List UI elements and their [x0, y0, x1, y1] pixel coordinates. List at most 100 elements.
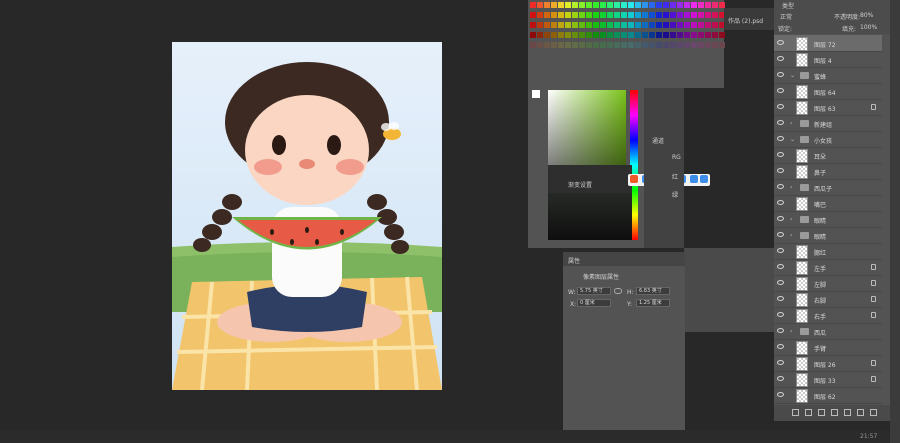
layer-row[interactable]: 耳朵	[774, 147, 882, 164]
color-swatch[interactable]	[628, 2, 634, 8]
color-swatch[interactable]	[579, 22, 585, 28]
color-swatch[interactable]	[670, 22, 676, 28]
layer-group-row[interactable]: › 新建组	[774, 115, 882, 132]
color-swatch[interactable]	[663, 2, 669, 8]
color-swatch[interactable]	[565, 2, 571, 8]
visibility-eye-icon[interactable]	[777, 392, 784, 397]
layer-row[interactable]: 图层 4	[774, 51, 882, 68]
color-swatch[interactable]	[677, 22, 683, 28]
layer-row[interactable]: 图层 33	[774, 371, 882, 388]
color-swatch[interactable]	[670, 12, 676, 18]
fx-icon[interactable]	[805, 409, 812, 416]
color-swatch[interactable]	[607, 42, 613, 48]
color-swatch[interactable]	[565, 22, 571, 28]
color-swatch[interactable]	[712, 2, 718, 8]
visibility-eye-icon[interactable]	[777, 200, 784, 205]
layer-row[interactable]: 左手	[774, 259, 882, 276]
color-swatch[interactable]	[621, 12, 627, 18]
layer-group-row[interactable]: › 眼睛	[774, 227, 882, 244]
y-field[interactable]: 1.25 厘米	[636, 299, 670, 307]
color-swatch[interactable]	[537, 42, 543, 48]
visibility-eye-icon[interactable]	[777, 72, 784, 77]
color-swatch[interactable]	[677, 42, 683, 48]
mask-icon[interactable]	[818, 409, 825, 416]
color-swatch[interactable]	[586, 32, 592, 38]
color-swatch[interactable]	[600, 2, 606, 8]
layer-row[interactable]: 图层 63	[774, 99, 882, 116]
color-swatch[interactable]	[586, 2, 592, 8]
color-swatch[interactable]	[698, 42, 704, 48]
color-swatch[interactable]	[621, 2, 627, 8]
color-swatch[interactable]	[544, 2, 550, 8]
color-swatch[interactable]	[614, 12, 620, 18]
color-swatch[interactable]	[537, 22, 543, 28]
visibility-eye-icon[interactable]	[777, 264, 784, 269]
color-swatch[interactable]	[705, 12, 711, 18]
color-swatch[interactable]	[607, 2, 613, 8]
document-canvas[interactable]	[172, 42, 442, 390]
color-swatch[interactable]	[656, 42, 662, 48]
color-swatch[interactable]	[530, 12, 536, 18]
visibility-eye-icon[interactable]	[777, 152, 784, 157]
color-swatch[interactable]	[684, 32, 690, 38]
foreground-color-icon[interactable]	[532, 90, 540, 98]
color-swatch[interactable]	[684, 12, 690, 18]
channel-row[interactable]: 红	[644, 168, 684, 182]
color-swatch[interactable]	[607, 32, 613, 38]
color-swatch[interactable]	[544, 32, 550, 38]
color-swatch[interactable]	[649, 42, 655, 48]
color-swatch[interactable]	[635, 2, 641, 8]
layer-row[interactable]: 图层 72	[774, 35, 882, 52]
color-swatch[interactable]	[712, 22, 718, 28]
color-swatch[interactable]	[649, 2, 655, 8]
layer-group-row[interactable]: ⌄ 小女孩	[774, 131, 882, 148]
color-swatch[interactable]	[586, 22, 592, 28]
layer-row[interactable]: 图层 26	[774, 355, 882, 372]
height-field[interactable]: 6.83 英寸	[636, 287, 670, 295]
color-swatch[interactable]	[600, 42, 606, 48]
channel-row[interactable]: RG	[644, 150, 684, 164]
width-field[interactable]: 5.75 英寸	[577, 287, 611, 295]
visibility-eye-icon[interactable]	[777, 184, 784, 189]
color-swatch[interactable]	[572, 32, 578, 38]
visibility-eye-icon[interactable]	[777, 232, 784, 237]
folder-icon[interactable]	[844, 409, 851, 416]
color-swatch[interactable]	[537, 2, 543, 8]
color-swatch[interactable]	[537, 12, 543, 18]
color-swatch[interactable]	[544, 42, 550, 48]
chevron-down-icon[interactable]: ⌄	[790, 136, 795, 143]
color-swatch[interactable]	[586, 12, 592, 18]
color-swatch[interactable]	[572, 2, 578, 8]
sogou-logo-icon[interactable]	[630, 175, 638, 183]
color-swatch[interactable]	[607, 22, 613, 28]
color-swatch[interactable]	[579, 2, 585, 8]
color-swatch[interactable]	[530, 42, 536, 48]
color-swatch[interactable]	[691, 12, 697, 18]
chevron-right-icon[interactable]: ›	[790, 328, 792, 335]
layer-row[interactable]: 左脚	[774, 275, 882, 292]
x-field[interactable]: 0 厘米	[577, 299, 611, 307]
visibility-eye-icon[interactable]	[777, 120, 784, 125]
color-swatch[interactable]	[698, 22, 704, 28]
color-swatch[interactable]	[656, 22, 662, 28]
color-swatch[interactable]	[663, 22, 669, 28]
color-swatch[interactable]	[614, 42, 620, 48]
color-swatch[interactable]	[698, 12, 704, 18]
color-swatch[interactable]	[621, 22, 627, 28]
color-swatch[interactable]	[635, 12, 641, 18]
layer-row[interactable]: 右手	[774, 307, 882, 324]
color-swatch[interactable]	[565, 42, 571, 48]
color-swatch[interactable]	[565, 32, 571, 38]
color-swatch[interactable]	[712, 12, 718, 18]
color-swatch[interactable]	[593, 2, 599, 8]
chevron-right-icon[interactable]: ›	[790, 184, 792, 191]
color-swatch[interactable]	[677, 2, 683, 8]
color-swatch[interactable]	[572, 12, 578, 18]
color-swatch[interactable]	[649, 12, 655, 18]
color-swatch[interactable]	[621, 32, 627, 38]
color-swatch[interactable]	[705, 2, 711, 8]
color-swatch[interactable]	[712, 32, 718, 38]
color-swatch[interactable]	[656, 32, 662, 38]
color-swatch[interactable]	[600, 22, 606, 28]
visibility-eye-icon[interactable]	[777, 280, 784, 285]
